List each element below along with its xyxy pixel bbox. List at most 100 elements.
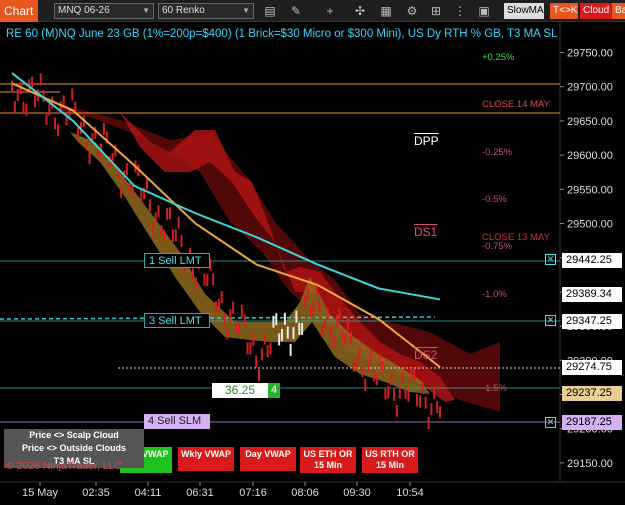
chevron-down-icon: ▼ xyxy=(142,6,150,15)
position-pnl[interactable]: 36.25 xyxy=(212,383,268,398)
x-tick-label: 02:35 xyxy=(82,487,110,499)
position-qty[interactable]: 4 xyxy=(268,383,280,398)
sell3-price-tag: 29347.25 xyxy=(562,314,622,329)
renko-brick xyxy=(243,314,246,327)
renko-brick xyxy=(102,122,105,135)
sell4-price-tag: 29187.25 xyxy=(562,415,622,430)
day-vwap-signal[interactable]: Day VWAP xyxy=(240,447,296,471)
tck-toggle[interactable]: T<>K xyxy=(550,3,578,19)
renko-brick xyxy=(381,361,384,374)
us-rth-or-signal[interactable]: US RTH OR 15 Min xyxy=(362,447,418,473)
renko-brick xyxy=(427,416,430,429)
bar-style-icon[interactable]: ▤ xyxy=(262,3,278,19)
renko-brick xyxy=(240,304,243,317)
y-tick-label: 29750.00 xyxy=(567,48,613,60)
sell1-price-tag: 29442.25 xyxy=(562,253,622,268)
renko-brick xyxy=(151,222,154,235)
renko-brick xyxy=(163,230,166,243)
x-tick-label: 06:31 xyxy=(186,487,214,499)
cloud-toggle[interactable]: Cloud xyxy=(580,3,612,19)
renko-brick xyxy=(292,327,295,340)
zoom-icon[interactable]: ✣ xyxy=(352,3,368,19)
close-icon[interactable]: ✕ xyxy=(545,254,556,265)
close-icon[interactable]: ✕ xyxy=(545,315,556,326)
renko-brick xyxy=(154,212,157,225)
attach-icon[interactable]: ⊞ xyxy=(428,3,444,19)
renko-brick xyxy=(352,359,355,372)
pct-label: -0.5% xyxy=(482,194,507,205)
period-selector[interactable]: 60 Renko ▼ xyxy=(158,3,254,19)
sell3-order-label[interactable]: 3 Sell LMT xyxy=(144,313,210,328)
renko-brick xyxy=(439,406,441,419)
chart-panel[interactable]: 29750.00 29700.00 29650.00 29600.00 29550.00… xyxy=(0,22,625,505)
y-tick-label: 29650.00 xyxy=(567,116,613,128)
drawing-tools-icon[interactable]: ▦ xyxy=(378,3,394,19)
renko-brick xyxy=(266,345,269,358)
renko-brick xyxy=(370,349,373,362)
renko-brick xyxy=(361,365,364,378)
renko-brick xyxy=(263,332,266,345)
time-axis: 15 May 02:35 04:11 06:31 07:16 08:06 09:30 10:5… xyxy=(22,482,424,499)
y-tick-label: 29550.00 xyxy=(567,184,613,196)
renko-brick xyxy=(404,386,407,399)
renko-bricks xyxy=(11,73,441,429)
renko-brick xyxy=(315,284,318,297)
renko-brick xyxy=(332,335,335,348)
weekly-vwap-signal[interactable]: Wkly VWAP xyxy=(178,447,234,471)
renko-brick xyxy=(283,312,286,325)
close-icon[interactable]: ✕ xyxy=(545,417,556,428)
renko-brick xyxy=(39,73,42,86)
renko-brick xyxy=(212,273,215,286)
instrument-selector[interactable]: MNQ 06-26 ▼ xyxy=(54,3,154,19)
renko-brick xyxy=(258,369,261,382)
renko-brick xyxy=(384,387,387,400)
period-value: 60 Renko xyxy=(162,5,205,16)
last-price-tag: 29274.75 xyxy=(562,360,622,375)
renko-brick xyxy=(214,301,217,314)
chart-window-title[interactable]: Chart xyxy=(0,0,38,22)
ds2-label: DS2 xyxy=(414,348,438,362)
renko-brick xyxy=(45,112,48,125)
renko-brick xyxy=(324,318,327,331)
renko-brick xyxy=(430,403,433,416)
renko-brick xyxy=(401,371,404,384)
renko-brick xyxy=(128,181,131,194)
renko-brick xyxy=(349,331,352,344)
legend-scalp-cloud: Price <> Scalp Cloud xyxy=(4,429,144,442)
renko-brick xyxy=(321,325,324,338)
copyright: © 2026 NinjaTrader, LLC xyxy=(6,460,122,472)
sell1-order-label[interactable]: 1 Sell LMT xyxy=(144,253,210,268)
renko-brick xyxy=(306,287,309,300)
x-tick-label: 15 May xyxy=(22,487,59,499)
indicators-icon[interactable]: ⋮ xyxy=(452,3,468,19)
edit-icon[interactable]: ✎ xyxy=(288,3,304,19)
renko-brick xyxy=(301,322,304,335)
bar-toggle[interactable]: Bar xyxy=(612,3,625,19)
renko-brick xyxy=(421,381,424,394)
y-tick-label: 29600.00 xyxy=(567,150,613,162)
renko-brick xyxy=(22,101,25,114)
renko-brick xyxy=(226,327,229,340)
x-tick-label: 10:54 xyxy=(396,487,424,499)
sell4-order-label[interactable]: 4 Sell SLM xyxy=(144,414,210,429)
renko-brick xyxy=(166,208,169,221)
strategy-icon[interactable]: ⚙ xyxy=(404,3,420,19)
ma-price-tag: 29389.34 xyxy=(562,287,622,302)
crosshair-icon[interactable]: + xyxy=(322,3,338,19)
renko-brick xyxy=(393,388,396,401)
properties-icon[interactable]: ▣ xyxy=(476,3,492,19)
slowma-toggle[interactable]: SlowMA xyxy=(504,3,544,19)
pct-label: -0.25% xyxy=(482,147,513,158)
us-eth-or-signal[interactable]: US ETH OR 15 Min xyxy=(300,447,356,473)
renko-brick xyxy=(194,277,197,290)
renko-brick xyxy=(335,314,338,327)
ds1-label: DS1 xyxy=(414,225,438,239)
renko-brick xyxy=(223,312,226,325)
legend-outside-clouds: Price <> Outside Clouds xyxy=(4,442,144,455)
renko-brick xyxy=(191,268,194,281)
renko-brick xyxy=(252,333,255,346)
renko-brick xyxy=(120,185,123,198)
renko-brick xyxy=(378,355,381,368)
renko-brick xyxy=(88,151,91,164)
x-tick-label: 07:16 xyxy=(239,487,267,499)
